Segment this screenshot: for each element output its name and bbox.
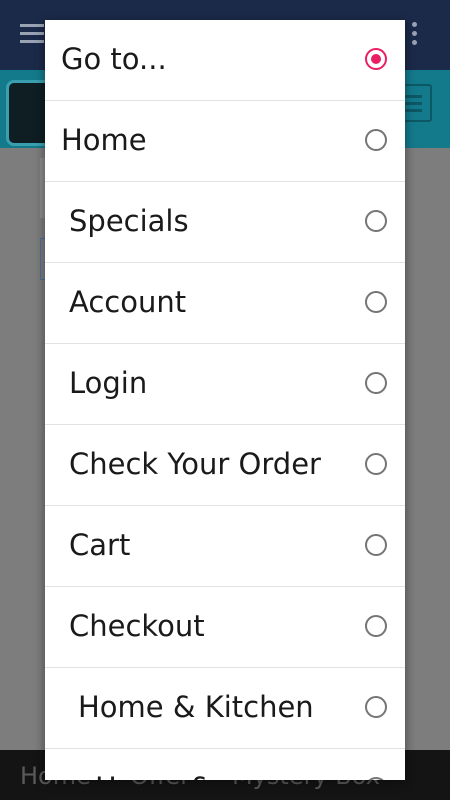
hamburger-menu-icon[interactable] bbox=[20, 24, 44, 44]
radio-icon[interactable] bbox=[365, 534, 387, 556]
option-home-partial[interactable]: Home & bbox=[45, 749, 405, 780]
option-login[interactable]: Login bbox=[45, 344, 405, 425]
option-label: Account bbox=[69, 285, 187, 319]
more-options-icon[interactable] bbox=[412, 22, 418, 49]
option-label: Home & Kitchen bbox=[78, 690, 314, 724]
option-home[interactable]: Home bbox=[45, 101, 405, 182]
option-specials[interactable]: Specials bbox=[45, 182, 405, 263]
option-account[interactable]: Account bbox=[45, 263, 405, 344]
goto-select-dialog: Go to... Home Specials Account Login Che… bbox=[45, 20, 405, 780]
option-label: Home & bbox=[95, 771, 212, 780]
radio-icon[interactable] bbox=[365, 129, 387, 151]
radio-icon[interactable] bbox=[365, 372, 387, 394]
option-label: Go to... bbox=[61, 42, 167, 76]
option-checkout[interactable]: Checkout bbox=[45, 587, 405, 668]
option-goto[interactable]: Go to... bbox=[45, 20, 405, 101]
radio-icon[interactable] bbox=[365, 210, 387, 232]
radio-icon[interactable] bbox=[365, 453, 387, 475]
option-cart[interactable]: Cart bbox=[45, 506, 405, 587]
option-check-your-order[interactable]: Check Your Order bbox=[45, 425, 405, 506]
radio-icon[interactable] bbox=[365, 615, 387, 637]
radio-icon[interactable] bbox=[365, 696, 387, 718]
radio-icon[interactable] bbox=[365, 777, 387, 780]
option-label: Specials bbox=[69, 204, 189, 238]
option-label: Check Your Order bbox=[69, 447, 321, 481]
option-home-kitchen[interactable]: Home & Kitchen bbox=[45, 668, 405, 749]
radio-icon[interactable] bbox=[365, 291, 387, 313]
radio-selected-icon[interactable] bbox=[365, 48, 387, 70]
option-label: Home bbox=[61, 123, 147, 157]
option-label: Checkout bbox=[69, 609, 205, 643]
option-label: Login bbox=[69, 366, 148, 400]
option-label: Cart bbox=[69, 528, 131, 562]
